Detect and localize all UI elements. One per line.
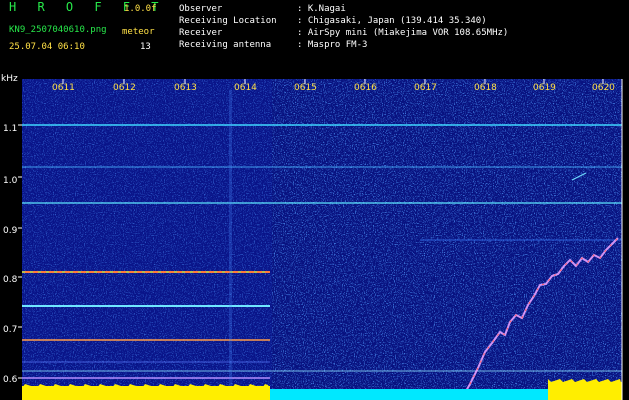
plot-dense-region [22,79,272,400]
x-tick-label: 0615 [294,83,317,93]
y-tick-label: 0.6 [3,375,18,385]
signal-bar-cyan [270,389,548,400]
x-tick-label: 0618 [474,83,497,93]
axis-unit: kHz [1,74,18,84]
x-tick-label: 0612 [113,83,136,93]
x-tick-label: 0616 [354,83,377,93]
y-tick-label: 0.9 [3,226,18,236]
spectrogram-plot [18,79,623,400]
x-tick-label: 0619 [533,83,556,93]
y-tick-label: 0.8 [3,275,18,285]
x-tick-label: 0617 [414,83,437,93]
x-tick-label: 0611 [52,83,75,93]
x-tick-label: 0614 [234,83,257,93]
y-tick-label: 0.7 [3,325,18,335]
x-tick-label: 0613 [174,83,197,93]
y-tick-label: 1.0 [3,176,18,186]
noise-streak [229,90,232,390]
x-tick-label: 0620 [592,83,615,93]
y-tick-label: 1.1 [3,124,18,134]
